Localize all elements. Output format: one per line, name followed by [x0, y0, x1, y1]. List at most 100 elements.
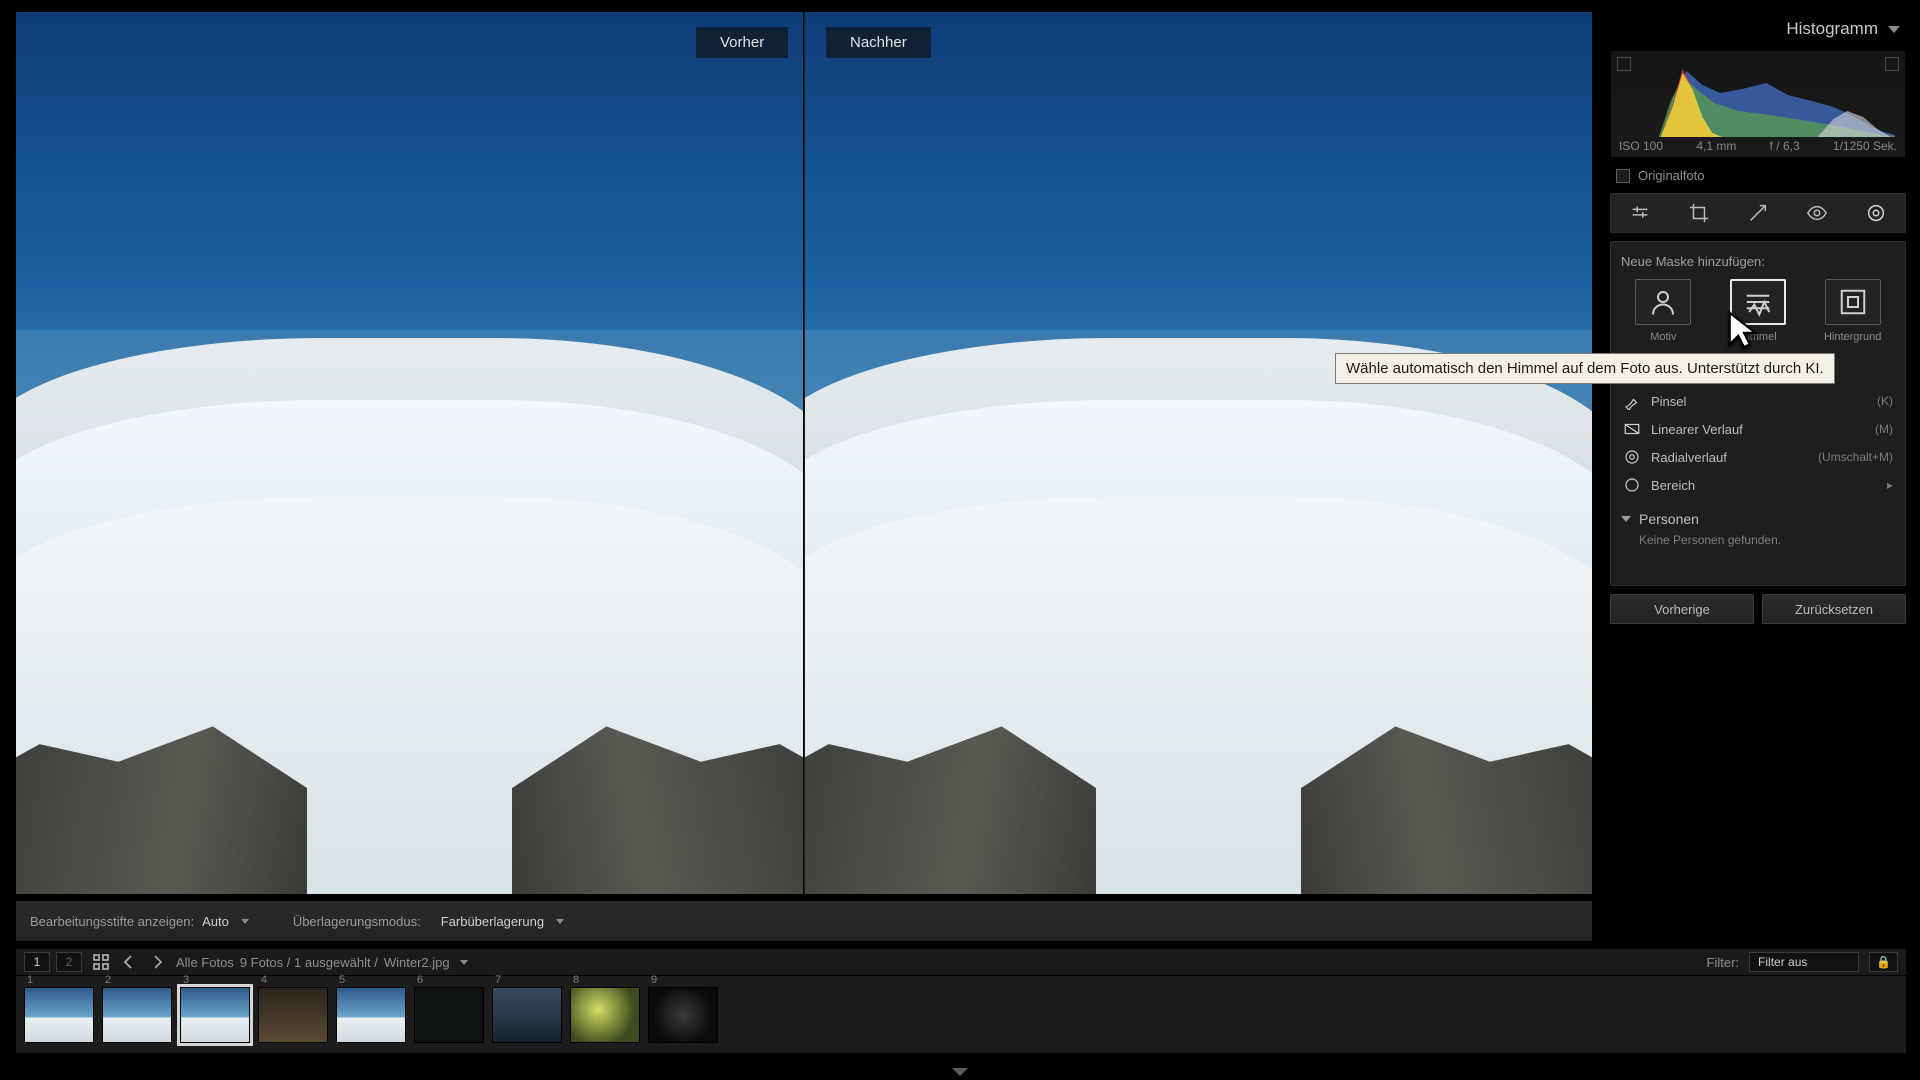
filmstrip-toggle-icon[interactable] — [952, 1068, 968, 1076]
mask-range-row[interactable]: Bereich ▸ — [1621, 471, 1895, 499]
overlay-mode-label: Überlagerungsmodus: — [293, 914, 421, 929]
before-image — [16, 12, 803, 894]
mask-linear-row[interactable]: Linearer Verlauf (M) — [1621, 415, 1895, 443]
thumb-image — [25, 988, 93, 1042]
shutter-value: 1/1250 Sek. — [1833, 139, 1897, 153]
previous-button[interactable]: Vorherige — [1610, 594, 1754, 624]
shadow-clip-icon[interactable] — [1617, 57, 1631, 71]
reset-button[interactable]: Zurücksetzen — [1762, 594, 1906, 624]
aperture-value: f / 6,3 — [1770, 139, 1800, 153]
tool-strip — [1610, 193, 1906, 233]
overlay-mode-toggle[interactable]: Überlagerungsmodus: — [293, 914, 421, 929]
thumbnail[interactable]: 5 — [336, 987, 406, 1043]
thumb-image — [337, 988, 405, 1042]
after-pane[interactable] — [805, 12, 1592, 894]
mask-background-button[interactable]: Hintergrund — [1810, 279, 1895, 343]
before-label: Vorher — [696, 27, 788, 58]
heal-tool[interactable] — [1745, 200, 1771, 226]
chevron-down-icon — [1888, 26, 1900, 33]
thumb-number: 3 — [183, 974, 189, 986]
focal-value: 4,1 mm — [1696, 139, 1736, 153]
range-icon — [1623, 476, 1641, 494]
mask-range-label: Bereich — [1651, 478, 1695, 493]
preview-area: Vorher Nachher — [16, 12, 1592, 894]
original-photo-toggle[interactable]: Originalfoto — [1610, 158, 1906, 193]
histogram-panel-header[interactable]: Histogramm — [1610, 12, 1906, 46]
mask-background-label: Hintergrund — [1824, 331, 1881, 343]
thumb-number: 1 — [27, 974, 33, 986]
thumbnail[interactable]: 4 — [258, 987, 328, 1043]
filmstrip-infobar: 1 2 Alle Fotos 9 Fotos / 1 ausgewählt / … — [16, 948, 1906, 976]
mask-brush-label: Pinsel — [1651, 394, 1686, 409]
thumb-number: 9 — [651, 974, 657, 986]
mask-sky-button[interactable]: Himmel — [1716, 279, 1801, 343]
after-label: Nachher — [826, 27, 931, 58]
mask-radial-row[interactable]: Radialverlauf (Umschalt+M) — [1621, 443, 1895, 471]
mask-radial-label: Radialverlauf — [1651, 450, 1727, 465]
before-pane[interactable] — [16, 12, 804, 894]
mask-range-arrow: ▸ — [1887, 478, 1893, 492]
nav-prev-icon[interactable] — [120, 953, 138, 971]
thumbnail[interactable]: 2 — [102, 987, 172, 1043]
view-1-button[interactable]: 1 — [24, 952, 50, 972]
thumb-image — [259, 988, 327, 1042]
mask-linear-label: Linearer Verlauf — [1651, 422, 1743, 437]
highlight-clip-icon[interactable] — [1885, 57, 1899, 71]
redeye-tool[interactable] — [1804, 200, 1830, 226]
mask-radial-short: (Umschalt+M) — [1818, 450, 1893, 464]
thumbnail[interactable]: 1 — [24, 987, 94, 1043]
thumbnail[interactable]: 9 — [648, 987, 718, 1043]
overlay-color-toggle[interactable]: Farbüberlagerung — [441, 914, 564, 929]
exif-readout: ISO 100 4,1 mm f / 6,3 1/1250 Sek. — [1611, 139, 1905, 153]
checkbox-icon[interactable] — [1616, 169, 1630, 183]
filter-label: Filter: — [1707, 955, 1740, 970]
thumb-number: 7 — [495, 974, 501, 986]
histogram-title: Histogramm — [1786, 19, 1878, 39]
mask-linear-short: (M) — [1875, 422, 1893, 436]
thumb-image — [103, 988, 171, 1042]
mask-brush-short: (K) — [1877, 394, 1893, 408]
crop-tool[interactable] — [1686, 200, 1712, 226]
histogram-graph — [1621, 59, 1895, 137]
thumbnail[interactable]: 8 — [570, 987, 640, 1043]
brush-icon — [1623, 392, 1641, 410]
thumb-number: 4 — [261, 974, 267, 986]
thumb-image — [571, 988, 639, 1042]
filter-dropdown[interactable]: Filter aus — [1749, 952, 1859, 972]
chevron-down-icon — [556, 919, 564, 924]
thumb-image — [649, 988, 717, 1042]
show-pins-value: Auto — [202, 914, 229, 929]
thumb-number: 6 — [417, 974, 423, 986]
thumbnail[interactable]: 7 — [492, 987, 562, 1043]
histogram[interactable]: ISO 100 4,1 mm f / 6,3 1/1250 Sek. — [1610, 50, 1906, 158]
radial-gradient-icon — [1623, 448, 1641, 466]
all-photos-link[interactable]: Alle Fotos — [176, 955, 234, 970]
mask-panel: Neue Maske hinzufügen: Motiv Himmel Hint… — [1610, 241, 1906, 586]
persons-section-header[interactable]: Personen — [1621, 511, 1895, 527]
edit-tool[interactable] — [1627, 200, 1653, 226]
thumbnail[interactable]: 6 — [414, 987, 484, 1043]
edit-strip: Bearbeitungsstifte anzeigen: Auto Überla… — [16, 900, 1592, 942]
grid-icon[interactable] — [92, 953, 110, 971]
mask-subject-button[interactable]: Motiv — [1621, 279, 1706, 343]
mask-header: Neue Maske hinzufügen: — [1621, 254, 1895, 269]
mask-tool[interactable] — [1863, 200, 1889, 226]
chevron-down-icon — [460, 960, 468, 965]
filter-value: Filter aus — [1758, 955, 1807, 969]
thumb-number: 5 — [339, 974, 345, 986]
photo-count-text: 9 Fotos / 1 ausgewählt / — [240, 955, 378, 970]
thumbnail[interactable]: 3 — [180, 987, 250, 1043]
persons-label: Personen — [1639, 511, 1699, 527]
view-2-button[interactable]: 2 — [56, 952, 82, 972]
overlay-value: Farbüberlagerung — [441, 914, 544, 929]
chevron-down-icon — [241, 919, 249, 924]
show-pins-toggle[interactable]: Bearbeitungsstifte anzeigen: Auto — [30, 914, 249, 929]
mask-brush-row[interactable]: Pinsel (K) — [1621, 387, 1895, 415]
thumb-image — [415, 988, 483, 1042]
nav-next-icon[interactable] — [148, 953, 166, 971]
thumb-image — [493, 988, 561, 1042]
iso-value: ISO 100 — [1619, 139, 1663, 153]
breadcrumb[interactable]: Alle Fotos 9 Fotos / 1 ausgewählt / Wint… — [176, 955, 468, 970]
filmstrip[interactable]: 123456789 — [16, 976, 1906, 1054]
filter-lock-icon[interactable]: 🔒 — [1869, 952, 1898, 972]
